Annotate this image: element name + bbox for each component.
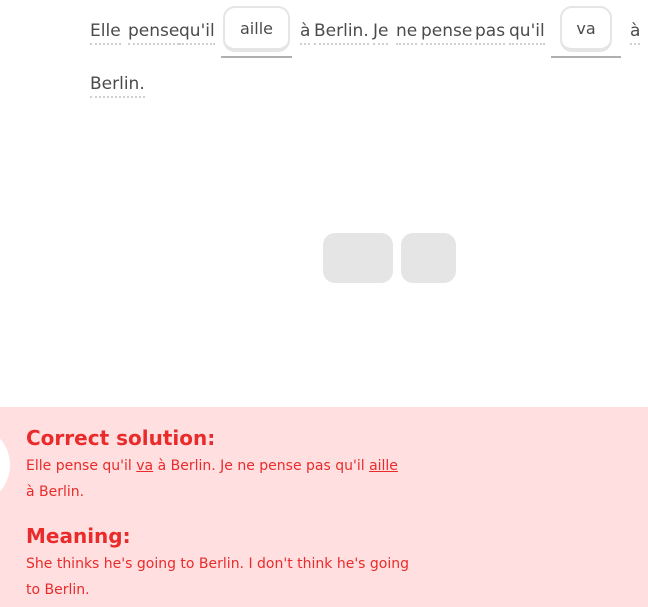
lesson-screen: Elle pense qu'il aille à Berlin. Je ne p… — [0, 0, 648, 607]
answer-chip[interactable]: aille — [223, 6, 290, 52]
word-token[interactable]: qu'il — [509, 20, 545, 45]
word-token[interactable]: Berlin. — [314, 20, 369, 45]
word-token[interactable]: Je — [373, 20, 389, 45]
word-bank-tile-placeholder — [323, 233, 393, 283]
answer-slot-2[interactable]: va — [551, 6, 621, 58]
feedback-icon-badge — [0, 425, 10, 505]
meaning-text-line-2: to Berlin. — [26, 582, 90, 598]
answer-slot-1[interactable]: aille — [221, 6, 292, 58]
meaning-text-line-1: She thinks he's going to Berlin. I don't… — [26, 556, 410, 572]
word-token[interactable]: Elle — [90, 20, 121, 45]
answer-chip[interactable]: va — [560, 6, 612, 52]
solution-heading: Correct solution: — [26, 426, 216, 450]
word-token[interactable]: pas — [475, 20, 506, 45]
feedback-banner: Correct solution: Elle pense qu'il va à … — [0, 407, 648, 607]
word-token[interactable]: à — [630, 20, 641, 45]
solution-text-line-1: Elle pense qu'il va à Berlin. Je ne pens… — [26, 457, 398, 475]
word-token[interactable]: pense — [421, 20, 473, 45]
solution-highlight: va — [136, 458, 154, 474]
solution-text-line-2: à Berlin. — [26, 484, 85, 500]
solution-highlight: aille — [369, 458, 398, 474]
solution-text: à Berlin. Je ne pense pas qu'il — [153, 458, 370, 474]
word-token[interactable]: qu'il — [179, 20, 215, 45]
word-token[interactable]: ne — [396, 20, 418, 45]
solution-text: Elle pense qu'il — [26, 458, 137, 474]
word-token[interactable]: à — [300, 20, 311, 45]
word-token[interactable]: pense — [128, 20, 180, 45]
word-token[interactable]: Berlin. — [90, 73, 145, 98]
word-bank-tile-placeholder — [401, 233, 456, 283]
meaning-heading: Meaning: — [26, 524, 131, 548]
